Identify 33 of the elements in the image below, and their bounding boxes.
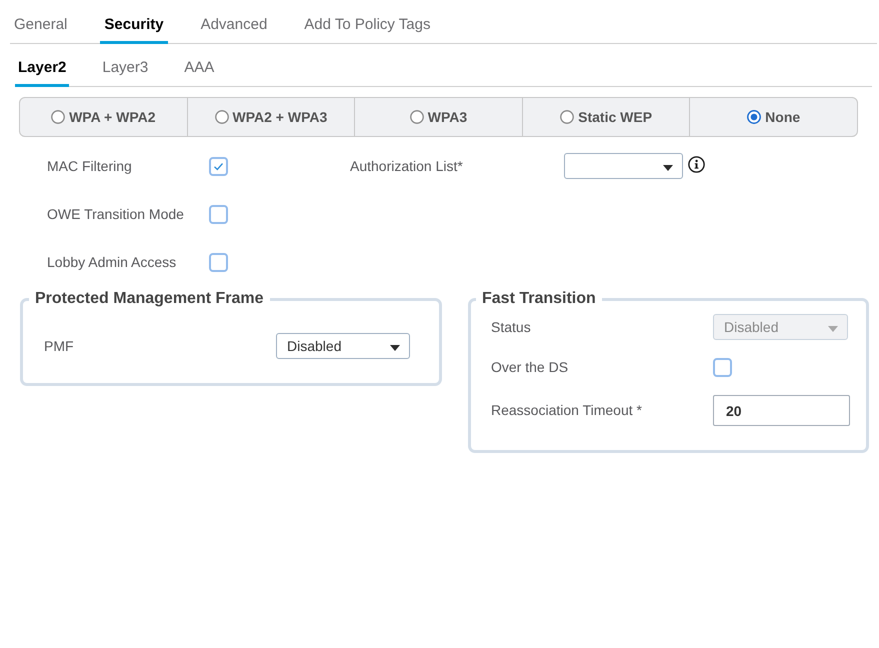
tab[interactable]: Security (100, 0, 168, 44)
tab[interactable]: Layer2 (15, 44, 70, 87)
text-field[interactable]: 20 (713, 395, 850, 426)
checkbox[interactable] (209, 156, 228, 176)
checkbox[interactable] (209, 252, 228, 272)
section-title: Fast Transition (481, 289, 597, 309)
caret-icon (663, 165, 673, 171)
radio-option[interactable]: WPA + WPA2 (20, 98, 188, 136)
radio-option[interactable]: WPA3 (355, 98, 523, 136)
radio-option[interactable]: WPA2 + WPA3 (188, 98, 356, 136)
dropdown[interactable] (564, 153, 683, 179)
caret-icon (390, 345, 400, 351)
tab[interactable]: AAA (181, 44, 218, 87)
dropdown[interactable]: Disabled (276, 333, 410, 359)
field-label: PMF (44, 336, 75, 356)
tab[interactable]: Add To Policy Tags (300, 0, 434, 44)
tab[interactable]: Layer3 (99, 44, 152, 87)
radio-option[interactable]: None (690, 98, 857, 136)
field-label: MAC Filtering (47, 156, 133, 176)
field-label: Status (491, 318, 532, 336)
field-label: Authorization List* (350, 156, 464, 176)
field-label: Over the DS (491, 358, 570, 377)
section-title: Protected Management Frame (34, 289, 265, 309)
checkbox[interactable] (209, 204, 228, 224)
tab[interactable]: General (10, 0, 72, 44)
checkbox[interactable] (713, 358, 732, 377)
caret-icon (828, 326, 838, 332)
info-icon (688, 156, 705, 172)
field-label: Reassociation Timeout * (491, 401, 643, 420)
tab[interactable]: Advanced (196, 0, 272, 44)
radio-option[interactable]: Static WEP (522, 98, 690, 136)
field-label: OWE Transition Mode (47, 204, 185, 224)
field-label: Lobby Admin Access (47, 252, 178, 272)
